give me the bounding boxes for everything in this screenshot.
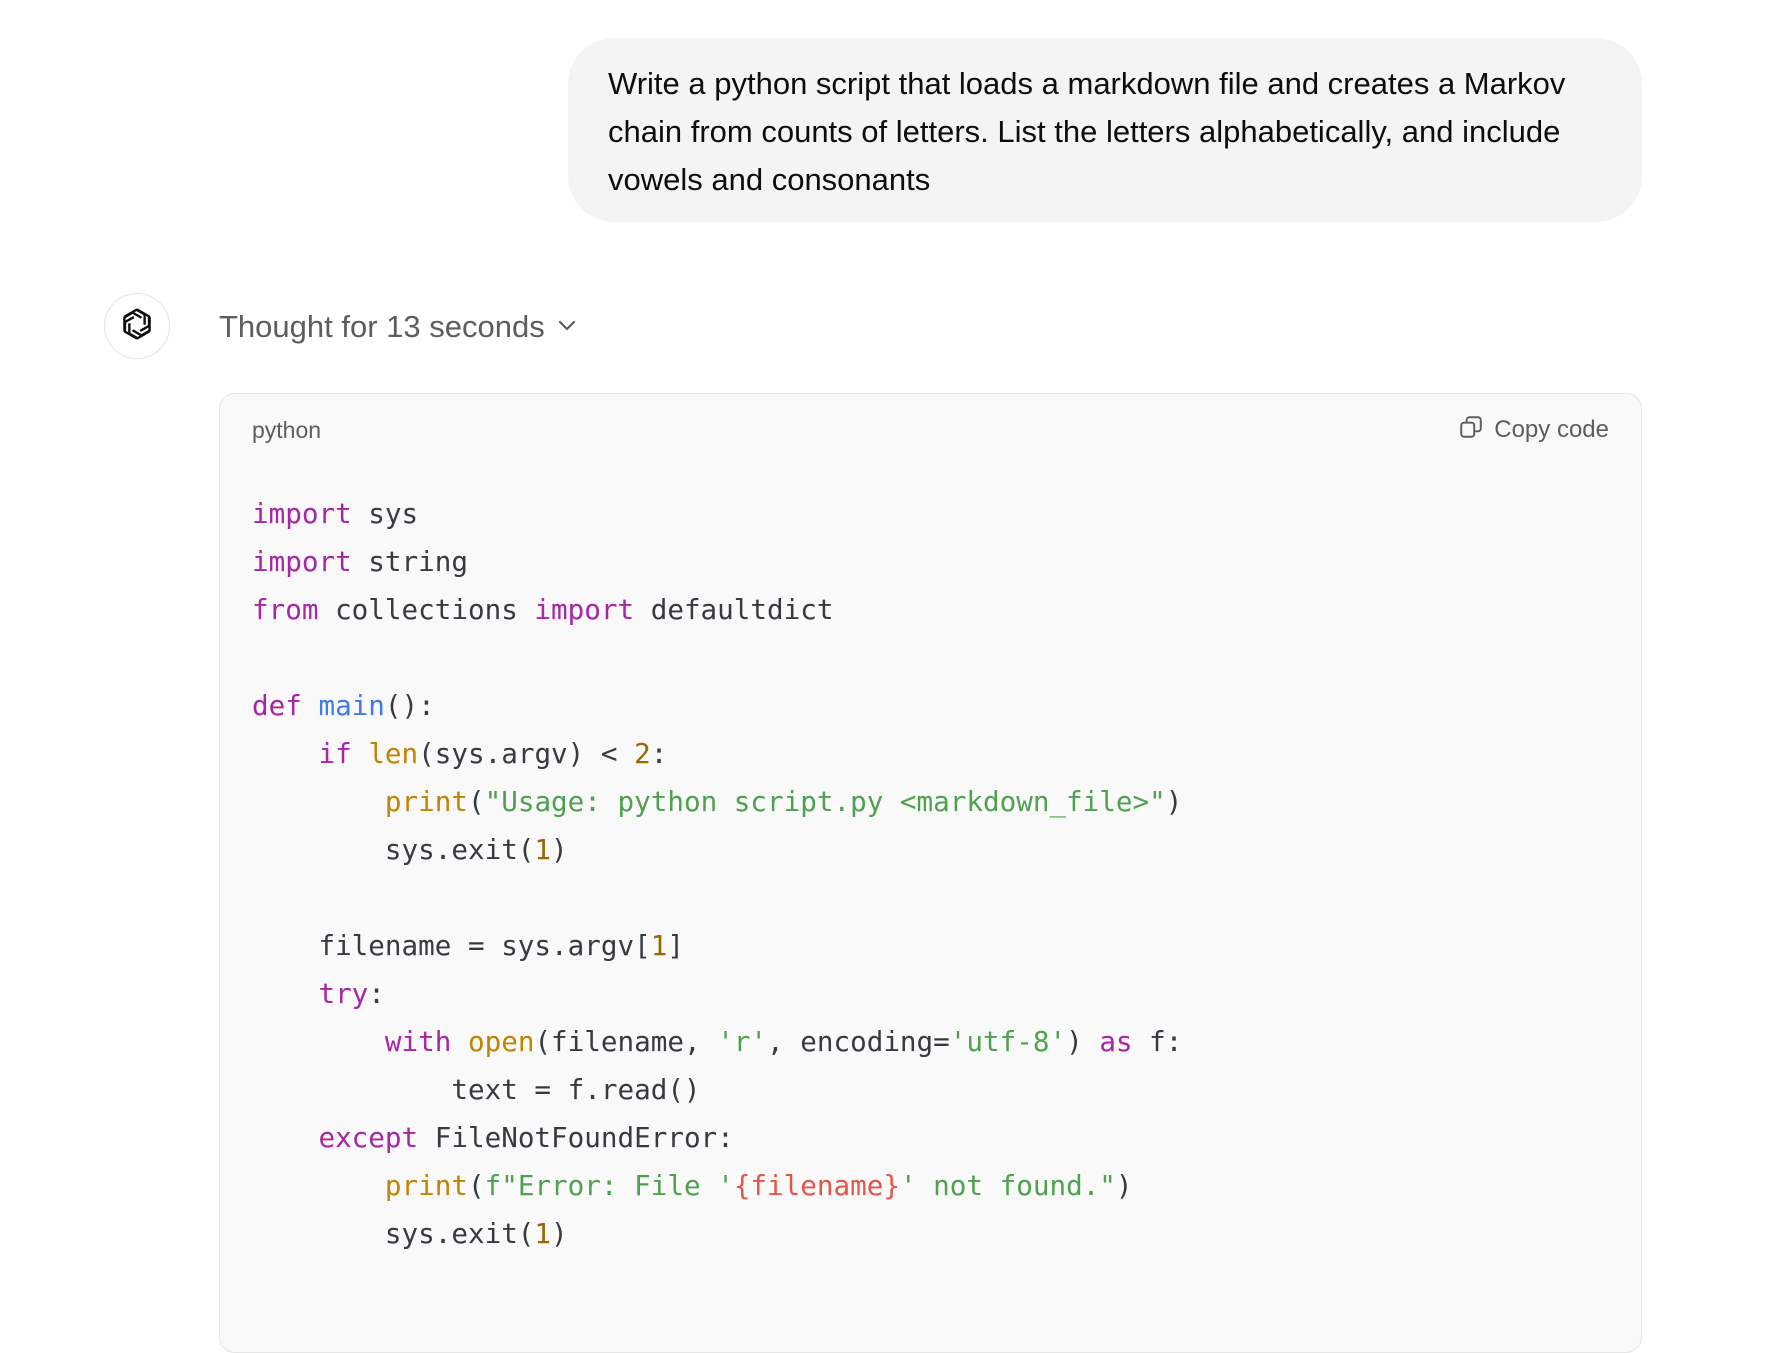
- code-line: sys.exit(1): [252, 1210, 1182, 1258]
- code-block: python Copy code import sys import string…: [219, 393, 1642, 1353]
- code-token: import: [252, 545, 352, 578]
- code-line: import sys: [252, 490, 1182, 538]
- code-token: ]: [667, 929, 684, 962]
- code-token: 1: [534, 833, 552, 866]
- code-token: ): [1066, 1025, 1100, 1058]
- code-line: filename = sys.argv[1]: [252, 922, 1182, 970]
- code-language-label: python: [252, 417, 322, 443]
- code-token: defaultdict: [634, 593, 834, 626]
- code-content: import sys import string from collections …: [252, 490, 1182, 1306]
- code-token: with: [384, 1025, 452, 1058]
- code-line: sys.exit(1): [252, 826, 1182, 874]
- code-token: "Usage: python script.py <markdown_file>…: [484, 785, 1166, 818]
- user-message-bubble: Write a python script that loads a markd…: [568, 38, 1642, 222]
- code-token: 'utf-8': [949, 1025, 1067, 1058]
- code-line: with open(filename, 'r', encoding='utf-8…: [252, 1018, 1182, 1066]
- code-token: ): [551, 1217, 568, 1250]
- code-line: def main():: [252, 682, 1182, 730]
- code-token: :: [650, 737, 668, 770]
- code-token: ():: [384, 689, 435, 722]
- code-line: text = f.read(): [252, 1066, 1182, 1114]
- code-token: ): [551, 833, 568, 866]
- code-token: print: [384, 785, 468, 818]
- code-token: f:: [1132, 1025, 1183, 1058]
- code-line: from collections import defaultdict: [252, 586, 1182, 634]
- code-token: open: [467, 1025, 535, 1058]
- code-token: , encoding=: [767, 1025, 950, 1058]
- code-token: text = f.read(): [252, 1073, 701, 1106]
- code-line: import string: [252, 538, 1182, 586]
- code-token: ): [1165, 785, 1183, 818]
- code-token: f"Error: File ': [484, 1169, 734, 1202]
- code-token: 'r': [717, 1025, 768, 1058]
- copy-code-label: Copy code: [1494, 415, 1609, 443]
- code-token: main: [318, 689, 385, 722]
- code-token: (: [467, 785, 485, 818]
- code-token: FileNotFoundError:: [418, 1121, 734, 1154]
- code-token: collections: [318, 593, 535, 626]
- thought-toggle[interactable]: Thought for 13 seconds: [219, 306, 579, 348]
- copy-code-button[interactable]: Copy code: [1458, 414, 1609, 445]
- code-token: sys.exit(: [252, 1217, 535, 1250]
- openai-logo-icon: [118, 305, 156, 348]
- user-message-text: Write a python script that loads a markd…: [608, 66, 1566, 197]
- code-token: try: [318, 977, 369, 1010]
- code-token: import: [534, 593, 635, 626]
- code-token: ): [1115, 1169, 1133, 1202]
- code-token: string: [351, 545, 468, 578]
- code-token: def: [252, 689, 302, 722]
- code-token: except: [318, 1121, 419, 1154]
- code-token: ' not found.": [899, 1169, 1116, 1202]
- code-token: :: [368, 977, 385, 1010]
- code-token: {filename}: [733, 1169, 900, 1202]
- thought-label: Thought for 13 seconds: [219, 309, 545, 344]
- assistant-avatar: [104, 293, 170, 359]
- chevron-down-icon: [555, 313, 579, 342]
- code-token: print: [384, 1169, 468, 1202]
- code-token: if: [318, 737, 352, 770]
- code-token: from: [252, 593, 319, 626]
- code-token: filename = sys.argv[: [252, 929, 651, 962]
- code-token: import: [252, 497, 352, 530]
- code-line: except FileNotFoundError:: [252, 1114, 1182, 1162]
- code-token: (sys.argv) <: [418, 737, 635, 770]
- code-token: 1: [650, 929, 668, 962]
- copy-icon: [1458, 414, 1484, 445]
- code-token: sys: [351, 497, 419, 530]
- code-token: (: [467, 1169, 485, 1202]
- code-line: try:: [252, 970, 1182, 1018]
- code-line: print(f"Error: File '{filename}' not fou…: [252, 1162, 1182, 1210]
- code-token: as: [1099, 1025, 1133, 1058]
- code-token: 2: [634, 737, 651, 770]
- code-token: (filename,: [534, 1025, 718, 1058]
- code-line: print("Usage: python script.py <markdown…: [252, 778, 1182, 826]
- code-block-header: python Copy code: [220, 394, 1641, 468]
- code-line: if len(sys.argv) < 2:: [252, 730, 1182, 778]
- code-token: len: [368, 737, 419, 770]
- code-token: sys.exit(: [252, 833, 535, 866]
- code-token: 1: [534, 1217, 552, 1250]
